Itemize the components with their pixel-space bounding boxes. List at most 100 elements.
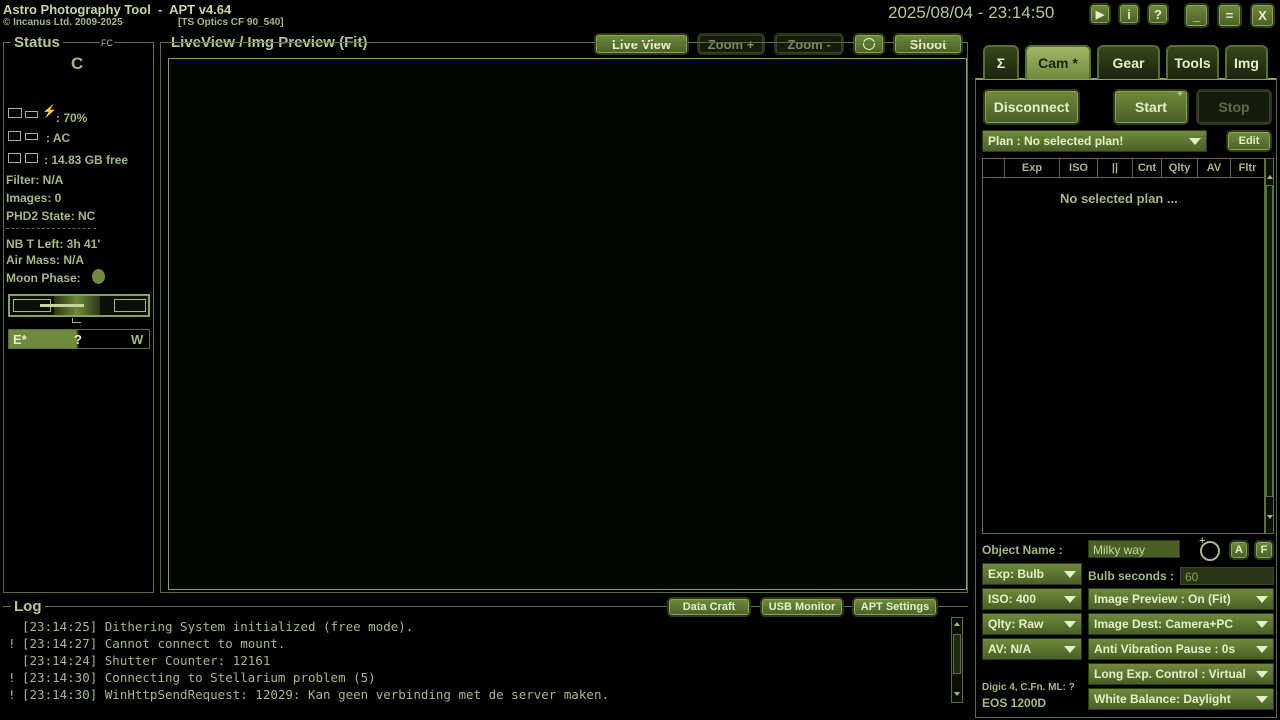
object-name-input[interactable]: Milky way — [1088, 540, 1180, 558]
start-plus-icon: + — [1177, 89, 1183, 100]
quality-select-value: Qlty: Raw — [988, 617, 1044, 631]
log-line: [23:14:25] Dithering System initialized … — [22, 619, 414, 634]
power-level: : 70% — [56, 111, 88, 125]
c-label: C — [71, 54, 84, 73]
help-icon[interactable]: ? — [1147, 3, 1169, 25]
anti-vibration-select-value: Anti Vibration Pause : 0s — [1094, 642, 1236, 656]
moon-icon — [92, 269, 105, 284]
plan-scrollbar[interactable] — [1265, 158, 1274, 534]
play-icon[interactable]: ▶ — [1089, 3, 1111, 25]
chevron-down-icon — [1256, 646, 1268, 653]
scroll-down-icon[interactable] — [954, 692, 960, 696]
images-count: Images: 0 — [6, 191, 62, 205]
white-balance-select-value: White Balance: Daylight — [1094, 692, 1231, 706]
chevron-down-icon — [1064, 571, 1076, 578]
maximize-button[interactable]: = — [1217, 3, 1242, 28]
f-button[interactable]: F — [1254, 540, 1274, 560]
bulb-seconds-label: Bulb seconds : — [1088, 569, 1175, 583]
chevron-down-icon — [1256, 596, 1268, 603]
image-preview-select[interactable]: Image Preview : On (Fit) — [1088, 588, 1274, 610]
edit-plan-button[interactable]: Edit — [1226, 130, 1272, 152]
col-qlty: Qlty — [1162, 158, 1198, 178]
col-pause: || — [1098, 158, 1133, 178]
scroll-down-icon[interactable] — [1267, 515, 1273, 519]
plan-select-value: Plan : No selected plan! — [988, 134, 1124, 148]
storage-icon — [25, 153, 38, 163]
close-button[interactable]: X — [1250, 3, 1275, 28]
tab-img[interactable]: Img — [1225, 45, 1268, 79]
camera-power: : AC — [46, 131, 71, 145]
iso-select[interactable]: ISO: 400 — [982, 588, 1082, 610]
no-plan-message: No selected plan ... — [1060, 191, 1178, 206]
pier-unknown: ? — [74, 332, 82, 347]
chevron-down-icon — [1064, 596, 1076, 603]
image-dest-select[interactable]: Image Dest: Camera+PC — [1088, 613, 1274, 635]
log-scrollbar[interactable] — [951, 617, 963, 703]
apt-settings-button[interactable]: APT Settings — [852, 597, 938, 617]
av-select-value: AV: N/A — [988, 642, 1032, 656]
data-craft-button[interactable]: Data Craft — [667, 597, 751, 617]
white-balance-select[interactable]: White Balance: Daylight — [1088, 688, 1274, 710]
guide-indicator — [8, 294, 150, 317]
camera-model: EOS 1200D — [982, 696, 1047, 710]
log-title: Log — [11, 598, 45, 615]
plan-select[interactable]: Plan : No selected plan! — [982, 130, 1207, 152]
scroll-up-icon[interactable] — [954, 622, 960, 626]
disconnect-button[interactable]: Disconnect — [983, 89, 1080, 125]
preview-image-area[interactable] — [168, 58, 967, 590]
scroll-thumb[interactable] — [953, 634, 961, 674]
east-label: E* — [13, 332, 27, 347]
a-button[interactable]: A — [1229, 540, 1249, 560]
chevron-down-icon — [1256, 671, 1268, 678]
chevron-down-icon — [1256, 621, 1268, 628]
datetime: 2025/08/04 - 23:14:50 — [888, 3, 1055, 22]
log-list: [23:14:25] Dithering System initialized … — [8, 619, 943, 704]
tab-cam[interactable]: Cam * — [1025, 45, 1091, 79]
camera-icon — [8, 131, 21, 141]
exposure-select[interactable]: Exp: Bulb — [982, 563, 1082, 585]
camera-icon — [8, 153, 21, 163]
tab-gear[interactable]: Gear — [1097, 45, 1160, 79]
disk-free: : 14.83 GB free — [44, 153, 129, 167]
refresh-plus-icon: + — [1199, 535, 1206, 547]
chevron-down-icon — [1064, 646, 1076, 653]
scroll-thumb[interactable] — [1266, 185, 1273, 497]
moon-phase-label: Moon Phase: — [6, 271, 81, 285]
digic-info: Digic 4, C.Fn. ML: ? — [982, 682, 1075, 693]
image-dest-select-value: Image Dest: Camera+PC — [1094, 617, 1234, 631]
col-fltr: Fltr — [1238, 162, 1257, 174]
long-exp-select[interactable]: Long Exp. Control : Virtual — [1088, 663, 1274, 685]
col-exp: Exp — [1005, 158, 1060, 178]
col-cnt: Cnt — [1133, 158, 1162, 178]
battery-icon — [25, 133, 38, 140]
bulb-seconds-input[interactable]: 60 — [1180, 567, 1274, 585]
phd2-state: PHD2 State: NC — [6, 209, 96, 223]
minimize-button[interactable]: _ — [1184, 3, 1209, 28]
scroll-up-icon[interactable] — [1267, 175, 1273, 179]
filter-status: Filter: N/A — [6, 173, 64, 187]
status-title: Status — [11, 34, 63, 51]
quality-select[interactable]: Qlty: Raw — [982, 613, 1082, 635]
object-name-label: Object Name : — [982, 543, 1063, 557]
tab-tools[interactable]: Tools — [1166, 45, 1219, 79]
exposure-select-value: Exp: Bulb — [988, 567, 1044, 581]
anti-vibration-select[interactable]: Anti Vibration Pause : 0s — [1088, 638, 1274, 660]
app-title: Astro Photography Tool - APT v4.64 — [3, 2, 232, 17]
divider — [6, 228, 96, 229]
nb-time-left: NB T Left: 3h 41' — [6, 237, 101, 251]
log-line: ! [23:14:30] WinHttpSendRequest: 12029: K… — [8, 687, 609, 702]
chevron-down-icon — [1256, 696, 1268, 703]
stop-button[interactable]: Stop — [1196, 89, 1272, 125]
air-mass: Air Mass: N/A — [6, 253, 85, 267]
log-line: ! [23:14:30] Connecting to Stellarium pro… — [8, 670, 376, 685]
tab-summary[interactable]: Σ — [983, 45, 1019, 79]
col-av: AV — [1198, 158, 1231, 178]
usb-monitor-button[interactable]: USB Monitor — [760, 597, 844, 617]
scope-name: [TS Optics CF 90_540] — [178, 17, 284, 28]
fc-label: FC — [100, 38, 114, 48]
battery-icon — [25, 111, 38, 118]
info-icon[interactable]: i — [1118, 3, 1140, 25]
av-select[interactable]: AV: N/A — [982, 638, 1082, 660]
charge-icon: ⚡ — [42, 104, 57, 118]
laptop-icon — [8, 108, 22, 118]
